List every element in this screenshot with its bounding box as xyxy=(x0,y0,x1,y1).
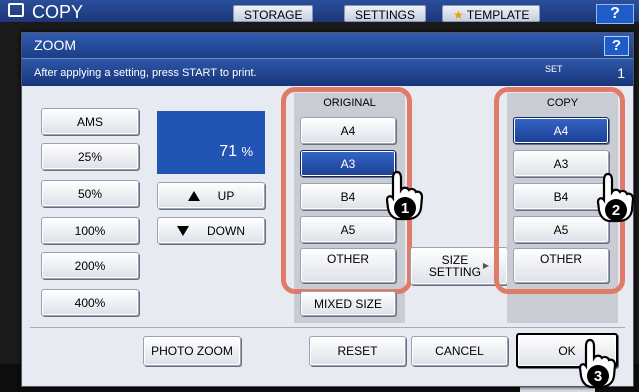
preset-25-button[interactable]: 25% xyxy=(41,143,139,170)
cancel-button[interactable]: CANCEL xyxy=(411,336,508,366)
star-icon: ★ xyxy=(453,8,464,22)
pointing-hand-icon-2: 2 xyxy=(596,172,635,223)
tab-storage[interactable]: STORAGE xyxy=(233,5,314,22)
tab-settings[interactable]: SETTINGS xyxy=(344,5,427,22)
zoom-value-display: 71 % xyxy=(157,111,265,174)
copy-a4-button[interactable]: A4 xyxy=(513,117,609,144)
original-a5-button[interactable]: A5 xyxy=(300,216,396,243)
message-bar: After applying a setting, press START to… xyxy=(22,58,633,86)
help-button[interactable]: ? xyxy=(604,36,629,56)
caret-right-icon: ▶ xyxy=(482,261,490,270)
zoom-up-button[interactable]: UP xyxy=(157,182,265,209)
callout-3: 3 xyxy=(594,368,602,385)
copy-a3-button[interactable]: A3 xyxy=(513,150,609,177)
triangle-down-icon xyxy=(177,225,189,236)
mixed-size-button[interactable]: MIXED SIZE xyxy=(300,291,396,316)
original-a3-button[interactable]: A3 xyxy=(300,150,396,177)
copy-other-button[interactable]: OTHER xyxy=(513,248,609,283)
original-a4-button[interactable]: A4 xyxy=(300,117,396,144)
copy-b4-button[interactable]: B4 xyxy=(513,183,609,210)
zoom-unit: % xyxy=(241,144,253,159)
copy-label: COPY xyxy=(546,97,579,109)
callout-2: 2 xyxy=(612,202,620,219)
zoom-dialog: ZOOM ? After applying a setting, press S… xyxy=(21,32,634,387)
background-title: COPY xyxy=(32,2,84,22)
original-label: ORIGINAL xyxy=(323,97,376,109)
preset-ams-button[interactable]: AMS xyxy=(41,108,139,135)
pointing-hand-icon-3: 3 xyxy=(578,338,617,389)
preset-100-button[interactable]: 100% xyxy=(41,217,139,244)
preset-200-button[interactable]: 200% xyxy=(41,252,139,279)
background-header: COPY STORAGE SETTINGS ★ TEMPLATE ? xyxy=(0,0,639,24)
divider xyxy=(30,327,625,328)
reset-button[interactable]: RESET xyxy=(309,336,406,366)
message-text: After applying a setting, press START to… xyxy=(34,67,257,79)
pointing-hand-icon-1: 1 xyxy=(385,170,424,221)
dialog-title: ZOOM xyxy=(34,37,76,53)
callout-1: 1 xyxy=(401,200,409,217)
tab-template[interactable]: ★ TEMPLATE xyxy=(442,5,541,22)
photo-zoom-button[interactable]: PHOTO ZOOM xyxy=(143,336,241,366)
preset-50-button[interactable]: 50% xyxy=(41,180,139,207)
preset-400-button[interactable]: 400% xyxy=(41,289,139,316)
triangle-up-icon xyxy=(187,190,200,201)
background-help-button[interactable]: ? xyxy=(596,4,634,24)
zoom-value: 71 xyxy=(219,143,237,160)
copy-a5-button[interactable]: A5 xyxy=(513,216,609,243)
original-other-button[interactable]: OTHER xyxy=(300,248,396,283)
set-count: 1 xyxy=(617,65,625,81)
zoom-down-button[interactable]: DOWN xyxy=(157,217,265,244)
original-b4-button[interactable]: B4 xyxy=(300,183,396,210)
dialog-title-bar: ZOOM ? xyxy=(22,33,633,58)
set-label: SET xyxy=(545,64,563,74)
